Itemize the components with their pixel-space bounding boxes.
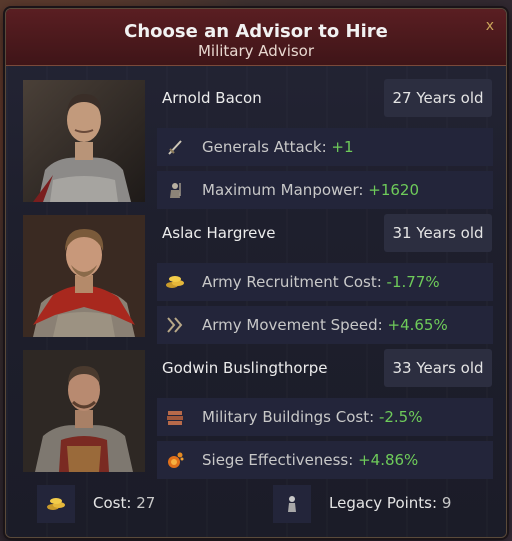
advisor-stat-row: Army Recruitment Cost: -1.77% bbox=[157, 263, 493, 301]
cost-display: Cost: 27 bbox=[93, 494, 155, 512]
dialog-subtitle: Military Advisor bbox=[197, 42, 315, 60]
close-button[interactable]: x bbox=[486, 18, 494, 34]
stat-text: Army Recruitment Cost: -1.77% bbox=[202, 273, 440, 291]
stat-value: -2.5% bbox=[378, 408, 423, 426]
stat-text: Siege Effectiveness: +4.86% bbox=[202, 451, 418, 469]
stat-value: -1.77% bbox=[386, 273, 440, 291]
advisor-name: Godwin Buslingthorpe bbox=[162, 359, 328, 377]
stat-text: Army Movement Speed: +4.65% bbox=[202, 316, 448, 334]
stat-text: Military Buildings Cost: -2.5% bbox=[202, 408, 422, 426]
advisor-age-badge: 31 Years old bbox=[384, 214, 492, 252]
advisor-stat-row: Army Movement Speed: +4.65% bbox=[157, 306, 493, 344]
sword-icon bbox=[168, 140, 182, 155]
advisor-portrait bbox=[23, 215, 145, 337]
stat-label: Army Recruitment Cost: bbox=[202, 273, 382, 291]
stat-text: Generals Attack: +1 bbox=[202, 138, 354, 156]
dialog-title: Choose an Advisor to Hire bbox=[124, 21, 388, 42]
siege-fire-icon bbox=[168, 452, 184, 468]
gold-coins-icon bbox=[166, 276, 184, 288]
advisor-stat-row: Siege Effectiveness: +4.86% bbox=[157, 441, 493, 479]
advisor-age: 31 Years old bbox=[392, 224, 484, 242]
advisor-card[interactable]: Aslac Hargreve 31 Years old Army Recruit… bbox=[23, 214, 493, 344]
cost-value: 27 bbox=[136, 494, 156, 512]
stat-value: +4.65% bbox=[387, 316, 448, 334]
stat-label: Maximum Manpower: bbox=[202, 181, 364, 199]
advisor-age: 33 Years old bbox=[392, 359, 484, 377]
advisor-name: Arnold Bacon bbox=[162, 89, 262, 107]
cost-label: Cost: bbox=[93, 494, 132, 512]
advisor-stat-row: Maximum Manpower: +1620 bbox=[157, 171, 493, 209]
advisor-age-badge: 27 Years old bbox=[384, 79, 492, 117]
soldier-icon bbox=[170, 183, 181, 198]
advisor-card[interactable]: Arnold Bacon 27 Years old Generals Attac… bbox=[23, 79, 493, 209]
advisor-stat-row: Military Buildings Cost: -2.5% bbox=[157, 398, 493, 436]
stat-label: Military Buildings Cost: bbox=[202, 408, 375, 426]
legacy-value: 9 bbox=[441, 494, 452, 512]
advisor-age: 27 Years old bbox=[392, 89, 484, 107]
advisor-card[interactable]: Godwin Buslingthorpe 33 Years old Milita… bbox=[23, 349, 493, 479]
stat-label: Army Movement Speed: bbox=[202, 316, 383, 334]
title-bar: Choose an Advisor to Hire Military Advis… bbox=[6, 9, 506, 66]
footer: Cost: 27 Legacy Points: 9 bbox=[23, 485, 493, 523]
double-chevron-icon bbox=[167, 317, 183, 333]
legacy-icon-box bbox=[273, 485, 311, 523]
stat-label: Siege Effectiveness: bbox=[202, 451, 354, 469]
stat-value: +1620 bbox=[368, 181, 420, 199]
advisor-hire-dialog: Choose an Advisor to Hire Military Advis… bbox=[5, 8, 507, 538]
advisor-stat-row: Generals Attack: +1 bbox=[157, 128, 493, 166]
advisor-name: Aslac Hargreve bbox=[162, 224, 276, 242]
advisor-portrait bbox=[23, 350, 145, 472]
stat-value: +4.86% bbox=[358, 451, 419, 469]
advisor-portrait bbox=[23, 80, 145, 202]
stat-value: +1 bbox=[331, 138, 354, 156]
legacy-label: Legacy Points: bbox=[329, 494, 438, 512]
gold-coins-icon bbox=[47, 498, 65, 510]
legacy-statue-icon bbox=[288, 496, 296, 512]
bricks-icon bbox=[167, 411, 183, 425]
cost-icon-box bbox=[37, 485, 75, 523]
stat-text: Maximum Manpower: +1620 bbox=[202, 181, 419, 199]
stat-label: Generals Attack: bbox=[202, 138, 327, 156]
legacy-display: Legacy Points: 9 bbox=[329, 494, 451, 512]
advisor-age-badge: 33 Years old bbox=[384, 349, 492, 387]
